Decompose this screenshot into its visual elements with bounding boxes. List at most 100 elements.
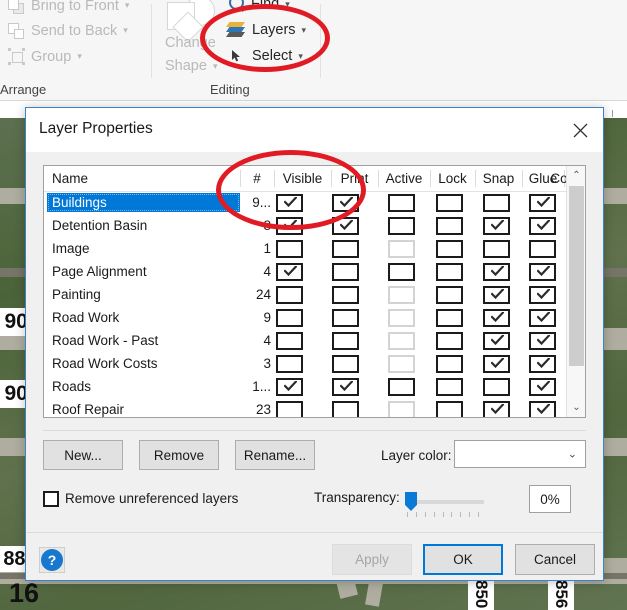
checkbox-glue[interactable] — [529, 286, 556, 304]
ribbon-send-to-back[interactable]: Send to Back ▾ — [8, 22, 128, 39]
checkbox-print[interactable] — [332, 309, 359, 327]
ribbon-change-shape-line1[interactable]: Change — [165, 35, 216, 51]
checkbox-snap[interactable] — [483, 194, 510, 212]
ribbon-layers[interactable]: Layers ▾ — [226, 22, 306, 38]
new-layer-button[interactable]: New... — [43, 440, 123, 470]
checkbox-visible[interactable] — [276, 263, 303, 281]
cancel-button[interactable]: Cancel — [515, 544, 595, 575]
checkbox-active[interactable] — [388, 378, 415, 396]
checkbox-print[interactable] — [332, 217, 359, 235]
checkbox-print[interactable] — [332, 194, 359, 212]
checkbox-visible[interactable] — [276, 240, 303, 258]
checkbox-active[interactable] — [388, 240, 415, 258]
checkbox-snap[interactable] — [483, 217, 510, 235]
layer-name-cell[interactable]: Detention Basin — [52, 216, 147, 235]
transparency-value[interactable]: 0% — [529, 485, 571, 513]
checkbox-snap[interactable] — [483, 286, 510, 304]
scroll-down-icon[interactable]: ⌄ — [567, 398, 586, 417]
checkbox-lock[interactable] — [436, 263, 463, 281]
checkbox-print[interactable] — [332, 286, 359, 304]
checkbox-print[interactable] — [332, 240, 359, 258]
column-header-active[interactable]: Active — [379, 166, 429, 191]
table-row[interactable]: Image 1 — [44, 237, 585, 260]
table-row[interactable]: Page Alignment 4 — [44, 260, 585, 283]
checkbox-snap[interactable] — [483, 263, 510, 281]
checkbox-snap[interactable] — [483, 240, 510, 258]
layer-name-cell[interactable]: Roads — [52, 377, 91, 396]
checkbox-glue[interactable] — [529, 309, 556, 327]
remove-unreferenced-label[interactable]: Remove unreferenced layers — [65, 491, 238, 506]
transparency-slider-thumb[interactable] — [405, 492, 417, 511]
checkbox-glue[interactable] — [529, 240, 556, 258]
checkbox-snap[interactable] — [483, 401, 510, 417]
scrollbar-thumb[interactable] — [569, 186, 584, 366]
column-header-print[interactable]: Print — [332, 166, 377, 191]
checkbox-glue[interactable] — [529, 217, 556, 235]
checkbox-lock[interactable] — [436, 217, 463, 235]
column-header-count[interactable]: # — [241, 166, 273, 191]
checkbox-print[interactable] — [332, 378, 359, 396]
apply-button[interactable]: Apply — [332, 544, 412, 575]
ok-button[interactable]: OK — [423, 544, 503, 575]
checkbox-visible[interactable] — [276, 217, 303, 235]
ribbon-find[interactable]: Find ▾ — [228, 0, 290, 13]
column-header-snap[interactable]: Snap — [476, 166, 521, 191]
checkbox-lock[interactable] — [436, 378, 463, 396]
checkbox-visible[interactable] — [276, 309, 303, 327]
checkbox-glue[interactable] — [529, 263, 556, 281]
ribbon-group[interactable]: Group ▾ — [8, 48, 82, 65]
checkbox-active[interactable] — [388, 194, 415, 212]
column-header-lock[interactable]: Lock — [431, 166, 474, 191]
transparency-slider-track[interactable] — [409, 500, 484, 504]
table-row[interactable]: Road Work 9 — [44, 306, 585, 329]
layer-name-cell[interactable]: Roof Repair — [52, 400, 124, 417]
checkbox-glue[interactable] — [529, 194, 556, 212]
ribbon-change-shape-line2[interactable]: Shape ▾ — [165, 58, 217, 74]
checkbox-active[interactable] — [388, 286, 415, 304]
table-row[interactable]: Road Work Costs 3 — [44, 352, 585, 375]
grid-vertical-scrollbar[interactable]: ⌃ ⌄ — [566, 166, 585, 417]
checkbox-visible[interactable] — [276, 355, 303, 373]
checkbox-snap[interactable] — [483, 355, 510, 373]
checkbox-lock[interactable] — [436, 240, 463, 258]
checkbox-visible[interactable] — [276, 378, 303, 396]
checkbox-print[interactable] — [332, 263, 359, 281]
layer-name-cell[interactable]: Road Work — [52, 308, 119, 327]
checkbox-snap[interactable] — [483, 332, 510, 350]
checkbox-active[interactable] — [388, 217, 415, 235]
checkbox-lock[interactable] — [436, 355, 463, 373]
checkbox-lock[interactable] — [436, 401, 463, 417]
layer-name-cell[interactable]: Road Work Costs — [52, 354, 158, 373]
checkbox-snap[interactable] — [483, 309, 510, 327]
checkbox-visible[interactable] — [276, 286, 303, 304]
checkbox-lock[interactable] — [436, 194, 463, 212]
checkbox-active[interactable] — [388, 401, 415, 417]
remove-layer-button[interactable]: Remove — [139, 440, 219, 470]
checkbox-print[interactable] — [332, 401, 359, 417]
checkbox-active[interactable] — [388, 309, 415, 327]
table-row[interactable]: Roof Repair 23 — [44, 398, 585, 417]
checkbox-glue[interactable] — [529, 332, 556, 350]
checkbox-visible[interactable] — [276, 194, 303, 212]
table-row[interactable]: Road Work - Past 4 — [44, 329, 585, 352]
checkbox-active[interactable] — [388, 355, 415, 373]
checkbox-visible[interactable] — [276, 332, 303, 350]
checkbox-glue[interactable] — [529, 401, 556, 417]
table-row[interactable]: Painting 24 — [44, 283, 585, 306]
checkbox-glue[interactable] — [529, 378, 556, 396]
checkbox-glue[interactable] — [529, 355, 556, 373]
table-row[interactable]: Roads 1... — [44, 375, 585, 398]
checkbox-lock[interactable] — [436, 309, 463, 327]
ribbon-select[interactable]: Select ▾ — [229, 48, 303, 64]
checkbox-print[interactable] — [332, 355, 359, 373]
checkbox-lock[interactable] — [436, 286, 463, 304]
checkbox-lock[interactable] — [436, 332, 463, 350]
remove-unreferenced-checkbox[interactable] — [43, 491, 59, 507]
checkbox-active[interactable] — [388, 263, 415, 281]
table-row[interactable]: Detention Basin 8 — [44, 214, 585, 237]
checkbox-snap[interactable] — [483, 378, 510, 396]
layer-name-cell[interactable]: Painting — [52, 285, 101, 304]
ribbon-bring-to-front[interactable]: Bring to Front ▾ — [8, 0, 129, 14]
checkbox-print[interactable] — [332, 332, 359, 350]
checkbox-active[interactable] — [388, 332, 415, 350]
